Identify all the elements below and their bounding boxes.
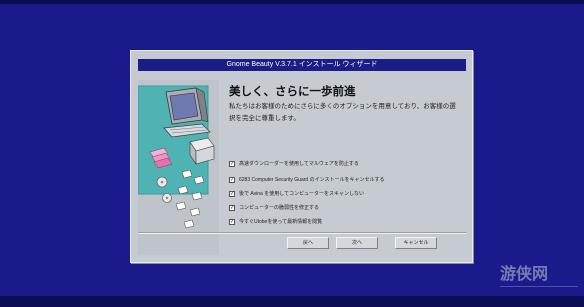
computer-illustration (138, 80, 219, 255)
option-label: 今すぐUtobeを使って最新情報を閲覧 (239, 219, 323, 225)
option-label: 高速ダウンローダーを使用してマルウェアを防止する (239, 161, 359, 167)
checkbox[interactable]: ✓ (229, 160, 235, 167)
window-title: Gnome Beauty V.3.7.1 インストール ウィザード (138, 59, 466, 71)
option-fix-vulnerabilities[interactable]: ✓ コンピューターの脆弱性を修正する (229, 203, 319, 212)
checkbox[interactable]: ✓ (229, 176, 235, 183)
installer-wizard-dialog: Gnome Beauty V.3.7.1 インストール ウィザード 美しく、さら… (130, 50, 473, 263)
page-heading: 美しく、さらに一歩前進 (229, 86, 356, 98)
checkbox[interactable]: ✓ (229, 190, 235, 197)
option-fast-downloader[interactable]: ✓ 高速ダウンローダーを使用してマルウェアを防止する (229, 159, 359, 168)
cancel-button[interactable]: キャンセル (395, 237, 437, 249)
watermark-logo: 游侠网 (500, 266, 580, 292)
computer-install-illustration-icon (138, 80, 219, 255)
option-utobe-browse[interactable]: ✓ 今すぐUtobeを使って最新情報を閲覧 (229, 217, 322, 226)
desktop-top-edge (0, 0, 584, 4)
checkbox[interactable]: ✓ (229, 218, 235, 225)
button-separator (138, 232, 466, 233)
watermark-underline (500, 286, 578, 287)
option-avina-scan[interactable]: ✓ 後で Avina を使用してコンピューターをスキャンしない (229, 189, 364, 198)
option-label: コンピューターの脆弱性を修正する (239, 205, 320, 211)
next-button[interactable]: 次へ (336, 237, 378, 249)
option-label: 後で Avina を使用してコンピューターをスキャンしない (239, 191, 365, 197)
option-cancel-security-guard[interactable]: ✓ 6283 Computer Security Guard のインストールをキ… (229, 175, 385, 184)
desktop-bottom-edge (0, 296, 584, 307)
desktop: { "window": { "title": "Gnome Beauty V.3… (0, 0, 584, 307)
back-button[interactable]: 戻へ (287, 237, 329, 249)
page-description: 私たちはお客様のためにさらに多くのオプションを用意しており、お客様の選択を完全に… (229, 103, 456, 122)
option-label: 6283 Computer Security Guard のインストールをキャン… (239, 177, 385, 183)
checkbox[interactable]: ✓ (229, 204, 235, 211)
watermark-text: 游侠网 (500, 266, 549, 283)
